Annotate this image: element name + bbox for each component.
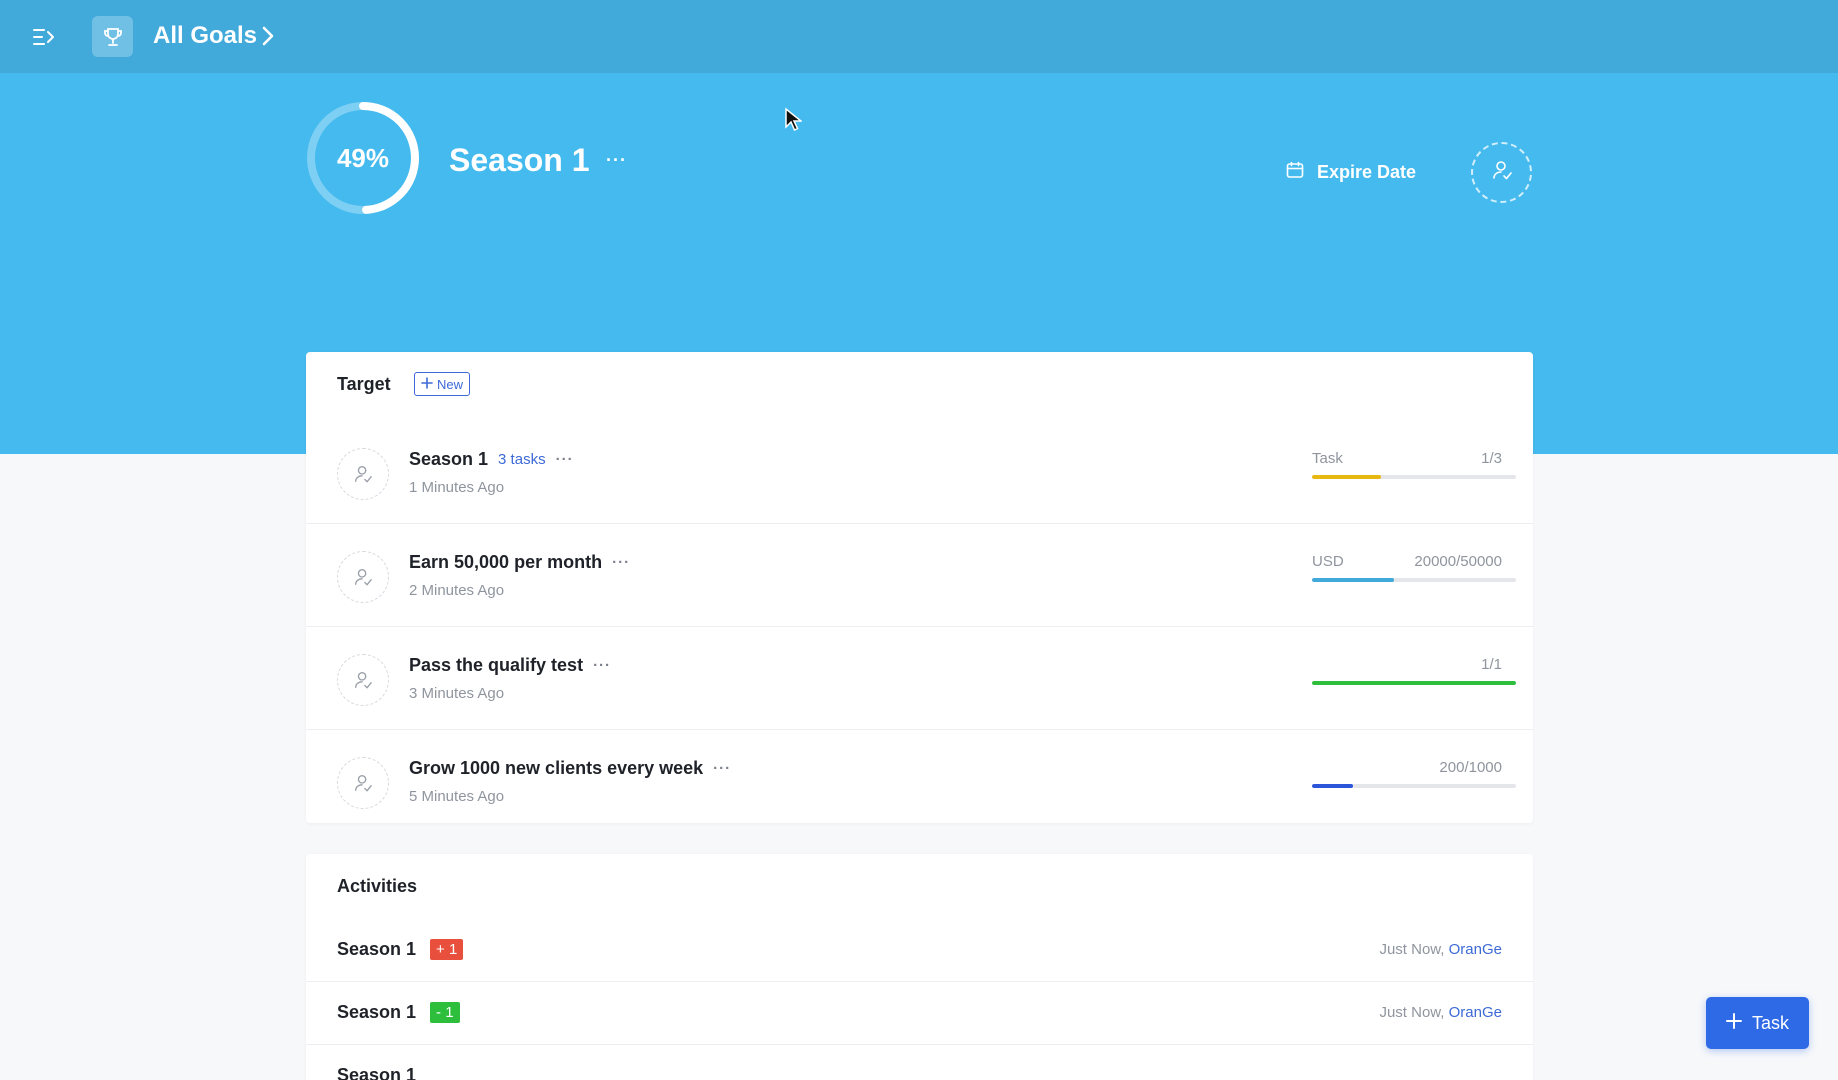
target-progress-bar <box>1312 681 1516 685</box>
goal-title[interactable]: Season 1 <box>449 140 590 180</box>
target-progress-fill <box>1312 475 1382 479</box>
target-time: 2 Minutes Ago <box>409 582 505 599</box>
more-icon[interactable]: ··· <box>713 760 731 777</box>
target-title[interactable]: Pass the qualify test <box>409 655 583 676</box>
activity-user-link[interactable]: OranGe <box>1449 941 1502 958</box>
target-progress-fill <box>1312 784 1353 788</box>
target-value: 20000/50000 <box>1414 553 1502 570</box>
target-unit: USD <box>1312 553 1344 570</box>
goal-more-icon[interactable]: ··· <box>606 150 627 171</box>
activity-time: Just Now, <box>1379 1004 1445 1021</box>
target-card: Target New Season 1 3 tasks ··· 1 Minute… <box>306 352 1533 823</box>
activities-card: Activities Season 1 + 1 Just Now, OranGe… <box>306 854 1533 1080</box>
target-progress-fill <box>1312 578 1394 582</box>
new-target-label: New <box>437 376 464 392</box>
target-time: 1 Minutes Ago <box>409 479 505 496</box>
plus-icon <box>1725 1012 1742 1034</box>
target-value: 1/3 <box>1481 450 1502 467</box>
target-row[interactable]: Grow 1000 new clients every week ··· 5 M… <box>306 730 1533 833</box>
more-icon[interactable]: ··· <box>556 451 574 468</box>
activity-badge: + 1 <box>430 939 464 960</box>
activity-badge: - 1 <box>430 1002 460 1023</box>
add-task-label: Task <box>1751 1012 1789 1033</box>
activity-row[interactable]: Season 1 + 1 Just Now, OranGe <box>306 919 1533 982</box>
plus-icon <box>421 376 433 392</box>
activity-row[interactable]: Season 1 - 1 Just Now, OranGe <box>306 982 1533 1045</box>
target-title-line: Grow 1000 new clients every week ··· <box>409 758 731 779</box>
more-icon[interactable]: ··· <box>593 657 611 674</box>
assign-user-icon[interactable] <box>337 448 389 500</box>
activity-meta: Just Now, OranGe <box>1379 941 1502 958</box>
target-title-line: Pass the qualify test ··· <box>409 655 611 676</box>
target-progress-bar <box>1312 578 1516 582</box>
expire-date-label: Expire Date <box>1317 162 1417 182</box>
add-task-button[interactable]: Task <box>1706 997 1809 1049</box>
target-row[interactable]: Season 1 3 tasks ··· 1 Minutes Ago Task … <box>306 421 1533 524</box>
target-title-line: Season 1 3 tasks ··· <box>409 449 574 470</box>
assign-user-button[interactable] <box>1471 142 1532 203</box>
top-bar: All Goals <box>0 0 1838 73</box>
target-value: 1/1 <box>1481 656 1502 673</box>
activity-title-line: Season 1 + 1 <box>337 939 464 960</box>
target-progress-fill <box>1312 681 1516 685</box>
assign-user-icon[interactable] <box>337 654 389 706</box>
calendar-icon <box>1285 160 1305 185</box>
user-check-icon <box>1491 159 1513 186</box>
activities-heading: Activities <box>337 876 418 896</box>
target-row[interactable]: Earn 50,000 per month ··· 2 Minutes Ago … <box>306 524 1533 627</box>
activity-user-link[interactable]: OranGe <box>1449 1004 1502 1021</box>
target-time: 5 Minutes Ago <box>409 788 505 805</box>
activity-title-line: Season 1 - 1 <box>337 1002 460 1023</box>
activity-name: Season 1 <box>337 1002 417 1022</box>
target-unit: Task <box>1312 450 1343 467</box>
target-time: 3 Minutes Ago <box>409 685 505 702</box>
progress-percent: 49% <box>336 142 390 173</box>
target-heading: Target <box>337 374 391 394</box>
breadcrumb-all-goals[interactable]: All Goals <box>153 20 257 52</box>
target-title[interactable]: Season 1 <box>409 449 488 470</box>
target-progress-bar <box>1312 784 1516 788</box>
target-tasks-link[interactable]: 3 tasks <box>498 451 546 468</box>
assign-user-icon[interactable] <box>337 757 389 809</box>
mouse-cursor-icon <box>784 107 804 138</box>
chevron-right-icon <box>258 24 278 48</box>
target-title[interactable]: Earn 50,000 per month <box>409 552 602 573</box>
activity-time: Just Now, <box>1379 941 1445 958</box>
target-title[interactable]: Grow 1000 new clients every week <box>409 758 703 779</box>
activity-row[interactable]: Season 1 <box>306 1045 1533 1080</box>
activity-name: Season 1 <box>337 1065 417 1080</box>
target-progress-bar <box>1312 475 1516 479</box>
activity-title-line: Season 1 <box>337 1065 416 1080</box>
sidebar-toggle-icon[interactable] <box>30 22 60 52</box>
new-target-button[interactable]: New <box>414 372 471 396</box>
expire-date-button[interactable]: Expire Date <box>1285 160 1416 185</box>
target-value: 200/1000 <box>1439 759 1502 776</box>
more-icon[interactable]: ··· <box>612 554 630 571</box>
activity-meta: Just Now, OranGe <box>1379 1004 1502 1021</box>
trophy-icon <box>92 16 133 57</box>
assign-user-icon[interactable] <box>337 551 389 603</box>
target-row[interactable]: Pass the qualify test ··· 3 Minutes Ago … <box>306 627 1533 730</box>
activity-name: Season 1 <box>337 939 417 959</box>
target-title-line: Earn 50,000 per month ··· <box>409 552 630 573</box>
